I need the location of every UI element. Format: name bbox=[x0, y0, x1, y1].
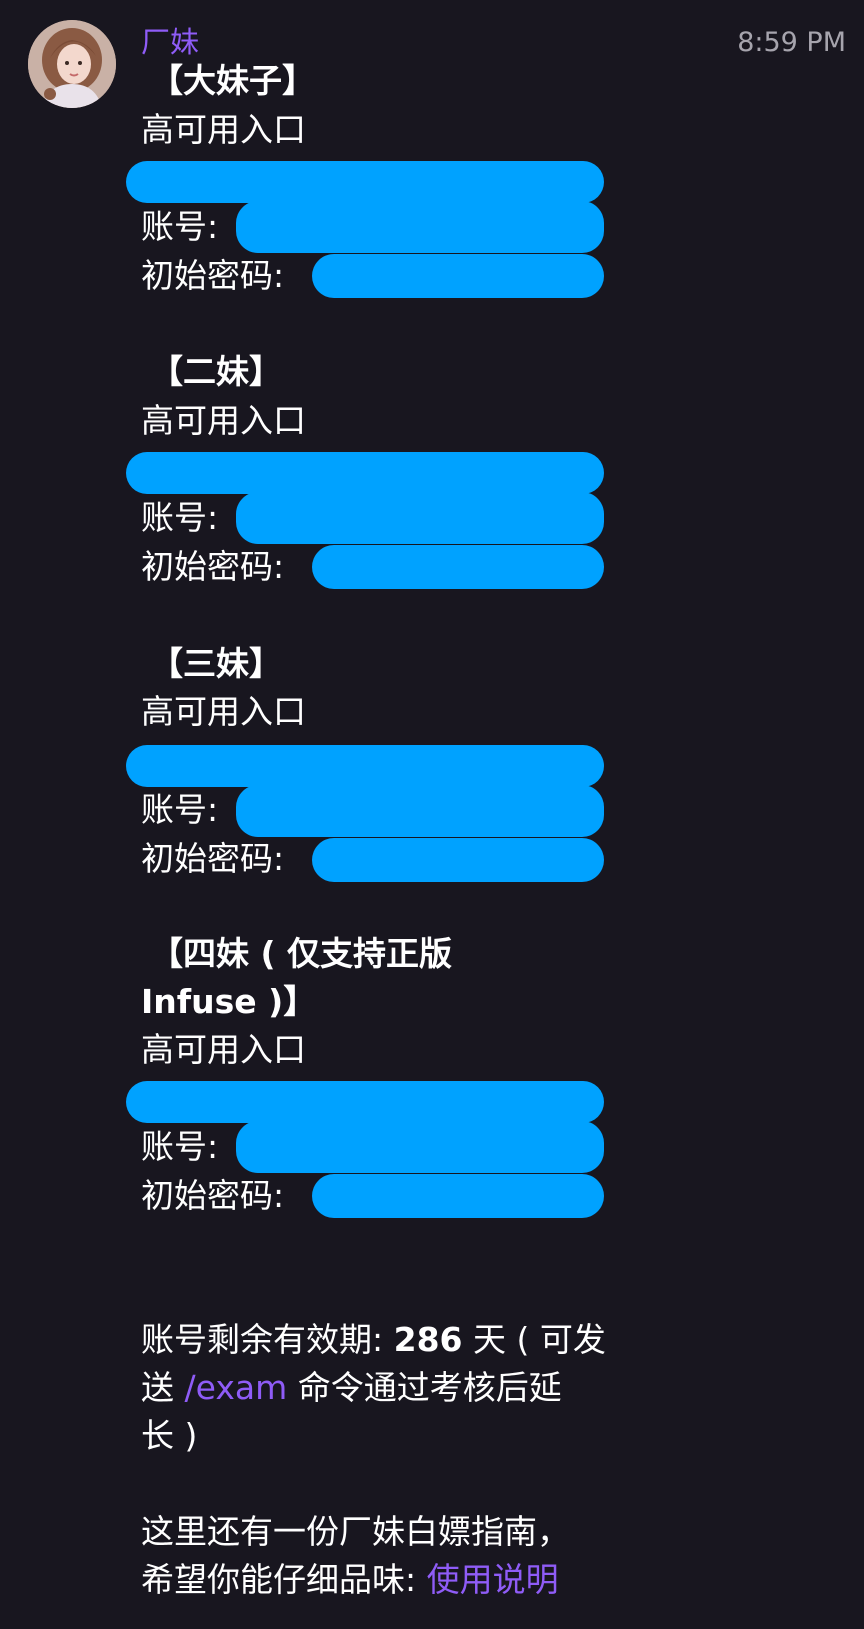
block-title-continuation: Infuse )】 bbox=[141, 982, 317, 1021]
validity-prefix: 账号剩余有效期: bbox=[141, 1320, 394, 1359]
validity-suffix: 天 ( 可发 bbox=[462, 1320, 606, 1359]
exam-command-link[interactable]: /exam bbox=[185, 1368, 288, 1407]
password-label: 初始密码: bbox=[141, 547, 285, 586]
validity-line: 送 /exam 命令通过考核后延 bbox=[141, 1364, 562, 1412]
redaction-mask bbox=[126, 161, 604, 203]
redaction-mask bbox=[126, 1081, 604, 1123]
block-title: 【四妹 ( 仅支持正版 bbox=[150, 934, 453, 973]
block-title: 【大妹子】 bbox=[150, 61, 315, 100]
redaction-mask bbox=[312, 1174, 604, 1218]
validity-line: 长 ) bbox=[141, 1416, 198, 1455]
password-label: 初始密码: bbox=[141, 256, 285, 295]
validity-line2-end: 命令通过考核后延 bbox=[287, 1368, 562, 1407]
usage-guide-link[interactable]: 使用说明 bbox=[427, 1560, 559, 1599]
password-label: 初始密码: bbox=[141, 1176, 285, 1215]
guide-line: 这里还有一份厂妹白嫖指南， bbox=[141, 1512, 570, 1551]
guide-line: 希望你能仔细品味: 使用说明 bbox=[141, 1556, 559, 1604]
validity-days: 286 bbox=[393, 1320, 463, 1359]
redaction-mask bbox=[312, 545, 604, 589]
entry-label: 高可用入口 bbox=[141, 1030, 306, 1069]
redaction-mask bbox=[236, 201, 604, 253]
redaction-mask bbox=[126, 745, 604, 787]
entry-label: 高可用入口 bbox=[141, 110, 306, 149]
avatar-photo-icon bbox=[28, 20, 116, 108]
account-label: 账号: bbox=[141, 207, 219, 246]
entry-label: 高可用入口 bbox=[141, 401, 306, 440]
entry-label: 高可用入口 bbox=[141, 692, 306, 731]
redaction-mask bbox=[312, 838, 604, 882]
message-timestamp: 8:59 PM bbox=[737, 27, 846, 58]
redaction-mask bbox=[312, 254, 604, 298]
block-title: 【三妹】 bbox=[150, 644, 282, 683]
avatar[interactable] bbox=[28, 20, 116, 108]
validity-line: 账号剩余有效期: 286 天 ( 可发 bbox=[141, 1316, 606, 1364]
sender-name[interactable]: 厂妹 bbox=[141, 22, 199, 62]
account-label: 账号: bbox=[141, 498, 219, 537]
account-label: 账号: bbox=[141, 790, 219, 829]
redaction-mask bbox=[236, 1121, 604, 1173]
password-label: 初始密码: bbox=[141, 839, 285, 878]
block-title: 【二妹】 bbox=[150, 352, 282, 391]
account-label: 账号: bbox=[141, 1127, 219, 1166]
redaction-mask bbox=[126, 452, 604, 494]
guide-line2-start: 希望你能仔细品味: bbox=[141, 1560, 427, 1599]
redaction-mask bbox=[236, 785, 604, 837]
validity-line2-start: 送 bbox=[141, 1368, 185, 1407]
redaction-mask bbox=[236, 492, 604, 544]
